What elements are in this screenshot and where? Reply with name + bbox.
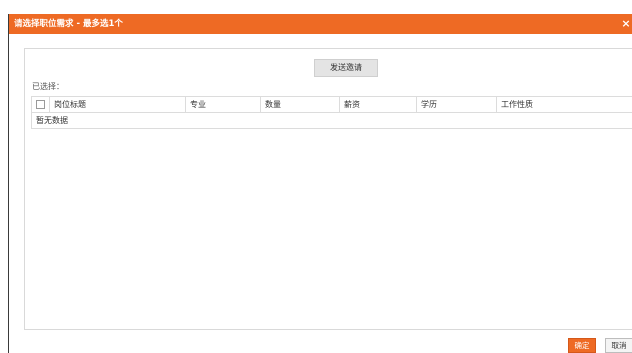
column-header-salary: 薪资 bbox=[339, 96, 417, 113]
select-all-checkbox[interactable] bbox=[36, 100, 45, 109]
dialog-content: 发送邀请 已选择： 岗位标题 专业 数量 薪资 学历 工作性质 暂无数据 bbox=[24, 48, 632, 330]
send-invitation-button[interactable]: 发送邀请 bbox=[314, 59, 378, 77]
column-header-title: 岗位标题 bbox=[49, 96, 186, 113]
select-position-dialog: 请选择职位需求 - 最多选1个 × 发送邀请 已选择： 岗位标题 专业 数量 薪… bbox=[8, 14, 632, 353]
table-header-row: 岗位标题 专业 数量 薪资 学历 工作性质 bbox=[31, 96, 632, 113]
column-header-education: 学历 bbox=[416, 96, 497, 113]
table-row: 暂无数据 bbox=[31, 112, 632, 129]
cancel-button[interactable]: 取消 bbox=[605, 338, 632, 353]
confirm-button[interactable]: 确定 bbox=[568, 338, 596, 353]
dialog-titlebar: 请选择职位需求 - 最多选1个 × bbox=[9, 14, 632, 34]
position-table: 岗位标题 专业 数量 薪资 学历 工作性质 暂无数据 bbox=[31, 96, 632, 129]
select-all-cell bbox=[32, 97, 50, 113]
column-header-quantity: 数量 bbox=[260, 96, 340, 113]
empty-data-text: 暂无数据 bbox=[36, 116, 68, 125]
dialog-title: 请选择职位需求 - 最多选1个 bbox=[14, 19, 123, 29]
page-background bbox=[0, 0, 632, 14]
selected-label: 已选择： bbox=[32, 82, 64, 91]
column-header-major: 专业 bbox=[185, 96, 261, 113]
close-icon[interactable]: × bbox=[620, 16, 632, 31]
column-header-job-type: 工作性质 bbox=[496, 96, 632, 113]
